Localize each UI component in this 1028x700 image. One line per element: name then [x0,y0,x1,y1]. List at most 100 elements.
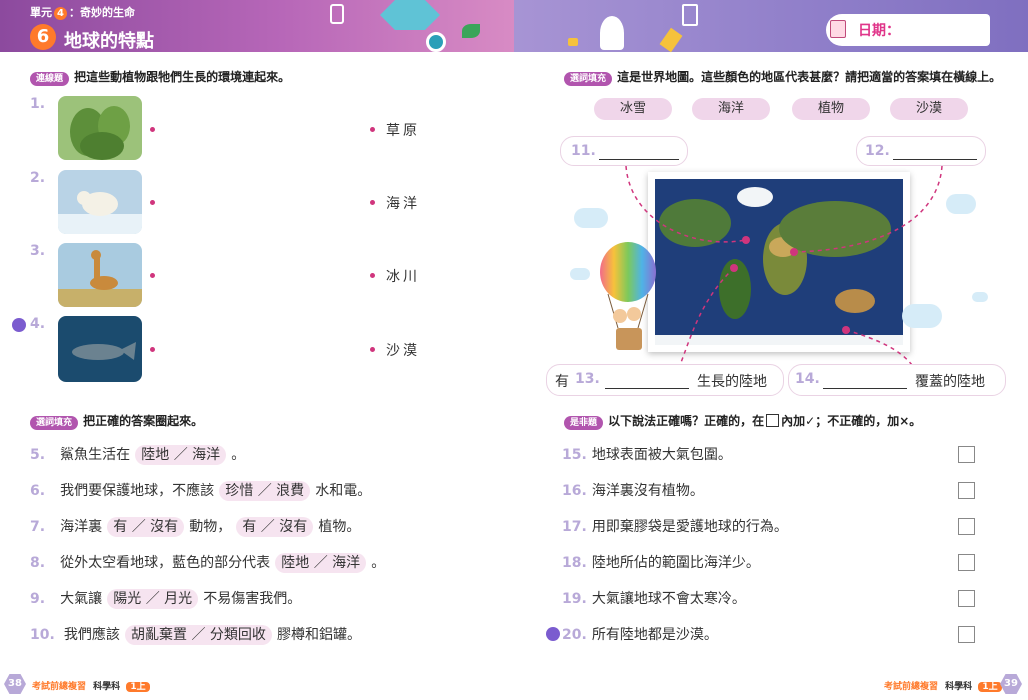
answer-options-2[interactable]: 有 ／ 沒有 [236,517,314,537]
statement-20: 20. 所有陸地都是沙漠。 [562,624,718,644]
environment-label-2: 海洋 [386,196,420,212]
question-number: 12. [865,143,890,159]
hot-air-balloon-illustration [600,242,656,350]
match-number-2: 2. [30,170,46,186]
question-number: 18. [562,555,587,571]
checkbox-icon [766,414,780,427]
section2-tag: 選詞填充 [30,416,79,430]
calendar-icon [830,20,846,38]
answer-14-box: 14. 覆蓋的陸地 [788,364,1006,396]
section3-heading: 選詞填充 這是世界地圖。這些顏色的地區代表甚麼？請把適當的答案填在橫線上。 [564,66,1002,86]
section1-instruction: 把這些動植物跟牠們生長的環境連起來。 [74,70,291,84]
unit-number: 4 [54,7,67,20]
planet-icon [426,32,446,52]
cross-icon: × [899,414,910,428]
answer-options[interactable]: 陸地 ／ 海洋 [135,445,227,465]
match-dot-left-4[interactable] [150,347,155,352]
question-text: 我們應該 [63,627,120,643]
match-dot-right-1[interactable] [370,127,375,132]
statement-text: 用即棄膠袋是愛護地球的行為。 [591,519,788,535]
match-dot-right-2[interactable] [370,200,375,205]
question-8: 8. 從外太空看地球，藍色的部分代表 陸地 ／ 海洋 。 [30,552,385,573]
answer-options[interactable]: 有 ／ 沒有 [107,517,185,537]
cloud-icon [972,292,988,302]
section3-tag: 選詞填充 [564,72,613,86]
polar-bear-image [58,170,142,234]
date-field[interactable] [826,14,990,46]
match-dot-left-1[interactable] [150,127,155,132]
answer-13-suffix: 生長的陸地 [697,374,767,390]
footer-grade: 1上 [978,682,1002,692]
question-text: 我們要保護地球，不應該 [60,483,215,499]
answer-checkbox-16[interactable] [958,482,975,499]
environment-label-3: 冰川 [386,269,420,285]
word-bank-item: 冰雪 [594,98,672,120]
leaf-icon [462,24,480,38]
match-dot-left-2[interactable] [150,200,155,205]
answer-checkbox-18[interactable] [958,554,975,571]
statement-text: 大氣讓地球不會太寒冷。 [591,591,746,607]
answer-checkbox-20[interactable] [958,626,975,643]
answer-12-line[interactable] [893,143,977,160]
unit-prefix: 單元 [30,6,52,19]
question-number: 16. [562,483,587,499]
answer-14-suffix: 覆蓋的陸地 [915,374,985,390]
cloud-icon [946,194,976,214]
unit-name: ：奇妙的生命 [69,6,135,19]
question-number: 17. [562,519,587,535]
right-page-number: 39 [1000,674,1022,694]
question-text: 從外太空看地球，藍色的部分代表 [60,555,271,571]
section4-instruction: 以下說法正確嗎？正確的，在 [608,414,765,428]
section4-instruction: 內加 [781,414,806,428]
section3-instruction: 這是世界地圖。這些顏色的地區代表甚麼？請把適當的答案填在橫線上。 [617,70,1002,84]
statement-15: 15. 地球表面被大氣包圍。 [562,444,732,464]
question-number: 15. [562,447,587,463]
microscope-icon [682,4,698,26]
question-number: 8. [30,555,46,571]
section4-instruction: ；不正確的，加 [815,414,900,428]
question-9: 9. 大氣讓 陽光 ／ 月光 不易傷害我們。 [30,588,301,609]
match-number-4: 4. [30,316,46,332]
answer-options[interactable]: 胡亂棄置 ／ 分類回收 [125,625,272,645]
question-number: 7. [30,519,46,535]
match-dot-right-4[interactable] [370,347,375,352]
section1-heading: 連線題 把這些動植物跟牠們生長的環境連起來。 [30,66,291,86]
answer-14-line[interactable] [823,371,907,389]
match-dot-right-3[interactable] [370,273,375,278]
question-text: 鯊魚生活在 [60,447,131,463]
section4-tag: 是非題 [564,416,604,430]
answer-checkbox-17[interactable] [958,518,975,535]
lesson-number: 6 [30,24,56,50]
section1-tag: 連線題 [30,72,70,86]
question-number: 10. [30,627,55,643]
answer-options[interactable]: 珍惜 ／ 浪費 [219,481,311,501]
footer-subject: 科學科 [93,682,121,692]
unit-label: 單元 4 ：奇妙的生命 [30,4,135,20]
match-number-3: 3. [30,243,46,259]
question-number: 5. [30,447,46,463]
match-dot-left-3[interactable] [150,273,155,278]
answer-checkbox-19[interactable] [958,590,975,607]
answer-options[interactable]: 陽光 ／ 月光 [107,589,199,609]
question-number: 9. [30,591,46,607]
answer-checkbox-15[interactable] [958,446,975,463]
lesson-title: 地球的特點 [64,31,154,52]
section2-instruction: 把正確的答案圈起來。 [83,414,204,428]
answer-11-line[interactable] [599,143,679,160]
right-footer: 考試前總複習 科學科 1上 [884,679,1002,692]
question-text: 植物。 [318,519,361,535]
word-bank-item: 沙漠 [890,98,968,120]
question-text: 大氣讓 [60,591,103,607]
question-7: 7. 海洋裏 有 ／ 沒有 動物， 有 ／ 沒有 植物。 [30,516,361,537]
section4-instruction: 。 [909,414,922,428]
question-number: 19. [562,591,587,607]
section2-heading: 選詞填充 把正確的答案圈起來。 [30,410,204,430]
question-text: 動物， [189,519,232,535]
match-number-1: 1. [30,96,46,112]
star-badge-icon [546,627,560,641]
answer-13-line[interactable] [605,371,689,389]
footer-subject: 科學科 [945,682,973,692]
butterfly-icon [568,38,578,46]
answer-options[interactable]: 陸地 ／ 海洋 [275,553,367,573]
statement-19: 19. 大氣讓地球不會太寒冷。 [562,588,746,608]
